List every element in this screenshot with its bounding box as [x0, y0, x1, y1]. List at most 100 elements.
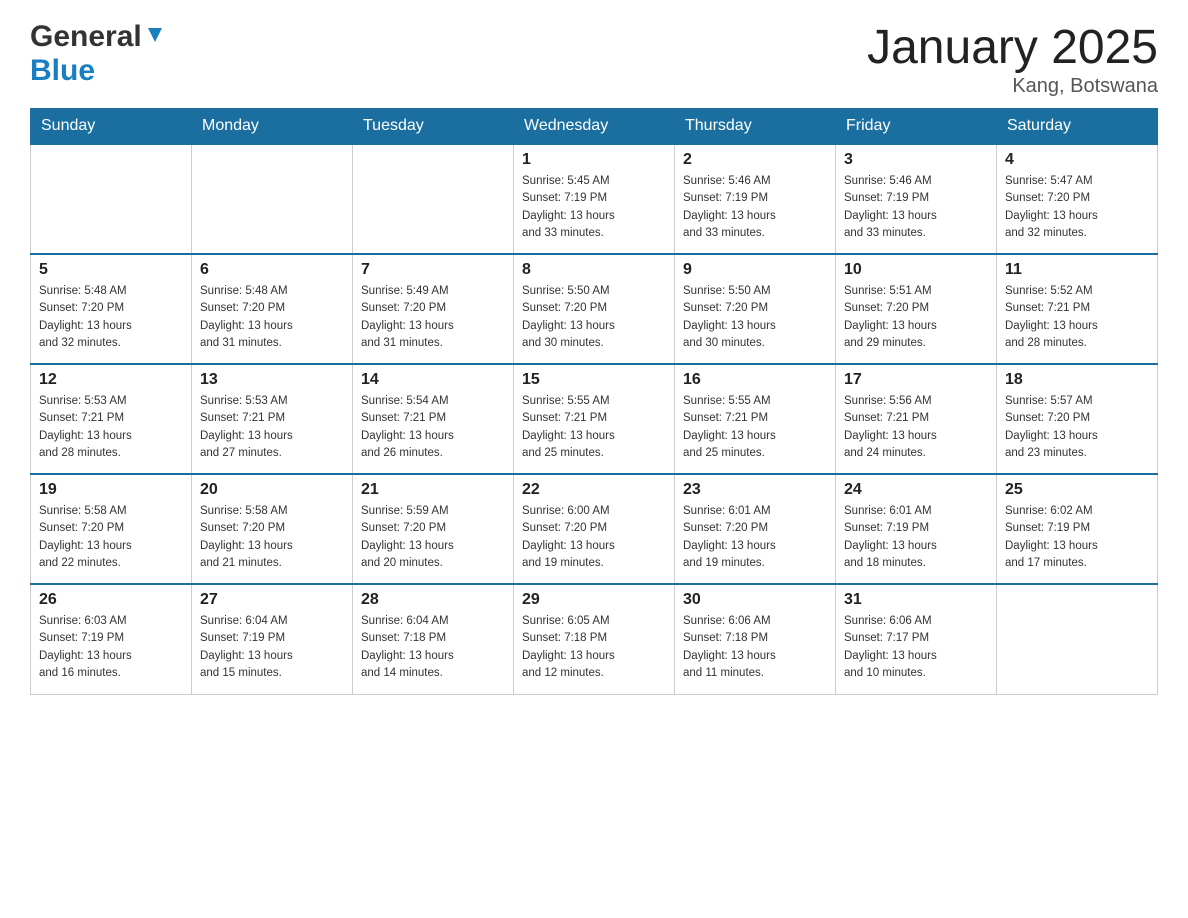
table-row: 27 Sunrise: 6:04 AM Sunset: 7:19 PM Dayli… — [192, 584, 353, 694]
table-row: 18Sunrise: 5:57 AM Sunset: 7:20 PM Dayli… — [997, 364, 1158, 474]
day-info: Sunrise: 5:47 AM Sunset: 7:20 PM Dayligh… — [1005, 173, 1149, 242]
day-number: 3 — [844, 151, 988, 169]
day-number: 4 — [1005, 151, 1149, 169]
calendar-week-row: 12 Sunrise: 5:53 AM Sunset: 7:21 PM Dayli… — [31, 364, 1158, 474]
day-info: Sunrise: 5:46 AM Sunset: 7:19 PM Dayligh… — [844, 173, 988, 242]
calendar-header-row: Sunday Monday Tuesday Wednesday Thursday… — [31, 109, 1158, 145]
day-info: Sunrise: 6:06 AM Sunset: 7:18 PM Dayligh… — [683, 613, 827, 682]
day-info: Sunrise: 5:46 AM Sunset: 7:19 PM Dayligh… — [683, 173, 827, 242]
logo-blue-text: Blue — [30, 54, 95, 88]
table-row: 21Sunrise: 5:59 AM Sunset: 7:20 PM Dayli… — [353, 474, 514, 584]
header-monday: Monday — [192, 109, 353, 145]
day-number: 1 — [522, 151, 666, 169]
day-info: Sunrise: 5:54 AM Sunset: 7:21 PM Dayligh… — [361, 393, 505, 462]
day-info: Sunrise: 6:00 AM Sunset: 7:20 PM Dayligh… — [522, 503, 666, 572]
table-row: 16 Sunrise: 5:55 AM Sunset: 7:21 PM Dayli… — [675, 364, 836, 474]
table-row: 3 Sunrise: 5:46 AM Sunset: 7:19 PM Daylig… — [836, 144, 997, 254]
day-number: 14 — [361, 371, 505, 389]
table-row — [353, 144, 514, 254]
header-tuesday: Tuesday — [353, 109, 514, 145]
table-row: 31 Sunrise: 6:06 AM Sunset: 7:17 PM Dayli… — [836, 584, 997, 694]
day-info: Sunrise: 5:55 AM Sunset: 7:21 PM Dayligh… — [683, 393, 827, 462]
header-saturday: Saturday — [997, 109, 1158, 145]
table-row: 9Sunrise: 5:50 AM Sunset: 7:20 PM Daylig… — [675, 254, 836, 364]
day-info: Sunrise: 5:58 AM Sunset: 7:20 PM Dayligh… — [200, 503, 344, 572]
day-number: 8 — [522, 261, 666, 279]
day-number: 9 — [683, 261, 827, 279]
table-row — [31, 144, 192, 254]
day-number: 5 — [39, 261, 183, 279]
calendar-week-row: 5 Sunrise: 5:48 AM Sunset: 7:20 PM Daylig… — [31, 254, 1158, 364]
table-row: 25 Sunrise: 6:02 AM Sunset: 7:19 PM Dayli… — [997, 474, 1158, 584]
day-number: 7 — [361, 261, 505, 279]
day-number: 6 — [200, 261, 344, 279]
day-number: 27 — [200, 591, 344, 609]
day-info: Sunrise: 6:04 AM Sunset: 7:18 PM Dayligh… — [361, 613, 505, 682]
table-row: 28 Sunrise: 6:04 AM Sunset: 7:18 PM Dayli… — [353, 584, 514, 694]
day-info: Sunrise: 5:52 AM Sunset: 7:21 PM Dayligh… — [1005, 283, 1149, 352]
day-number: 25 — [1005, 481, 1149, 499]
day-number: 15 — [522, 371, 666, 389]
calendar-table: Sunday Monday Tuesday Wednesday Thursday… — [30, 108, 1158, 695]
table-row: 10Sunrise: 5:51 AM Sunset: 7:20 PM Dayli… — [836, 254, 997, 364]
table-row: 4 Sunrise: 5:47 AM Sunset: 7:20 PM Daylig… — [997, 144, 1158, 254]
table-row: 22 Sunrise: 6:00 AM Sunset: 7:20 PM Dayli… — [514, 474, 675, 584]
day-number: 17 — [844, 371, 988, 389]
calendar-week-row: 26Sunrise: 6:03 AM Sunset: 7:19 PM Dayli… — [31, 584, 1158, 694]
day-number: 28 — [361, 591, 505, 609]
table-row: 24Sunrise: 6:01 AM Sunset: 7:19 PM Dayli… — [836, 474, 997, 584]
calendar-title: January 2025 — [867, 20, 1158, 75]
day-info: Sunrise: 5:49 AM Sunset: 7:20 PM Dayligh… — [361, 283, 505, 352]
day-info: Sunrise: 6:03 AM Sunset: 7:19 PM Dayligh… — [39, 613, 183, 682]
table-row: 20Sunrise: 5:58 AM Sunset: 7:20 PM Dayli… — [192, 474, 353, 584]
day-info: Sunrise: 6:02 AM Sunset: 7:19 PM Dayligh… — [1005, 503, 1149, 572]
day-number: 30 — [683, 591, 827, 609]
logo: General Blue — [30, 20, 166, 88]
logo-general-text: General — [30, 20, 142, 54]
header-thursday: Thursday — [675, 109, 836, 145]
day-info: Sunrise: 5:56 AM Sunset: 7:21 PM Dayligh… — [844, 393, 988, 462]
calendar-week-row: 19 Sunrise: 5:58 AM Sunset: 7:20 PM Dayli… — [31, 474, 1158, 584]
table-row — [997, 584, 1158, 694]
day-number: 23 — [683, 481, 827, 499]
day-info: Sunrise: 6:06 AM Sunset: 7:17 PM Dayligh… — [844, 613, 988, 682]
day-info: Sunrise: 5:51 AM Sunset: 7:20 PM Dayligh… — [844, 283, 988, 352]
day-info: Sunrise: 6:01 AM Sunset: 7:20 PM Dayligh… — [683, 503, 827, 572]
table-row: 17 Sunrise: 5:56 AM Sunset: 7:21 PM Dayli… — [836, 364, 997, 474]
table-row: 13 Sunrise: 5:53 AM Sunset: 7:21 PM Dayli… — [192, 364, 353, 474]
day-info: Sunrise: 6:01 AM Sunset: 7:19 PM Dayligh… — [844, 503, 988, 572]
header-friday: Friday — [836, 109, 997, 145]
table-row: 1Sunrise: 5:45 AM Sunset: 7:19 PM Daylig… — [514, 144, 675, 254]
page-header: General Blue January 2025 Kang, Botswana — [30, 20, 1158, 98]
header-sunday: Sunday — [31, 109, 192, 145]
day-info: Sunrise: 5:55 AM Sunset: 7:21 PM Dayligh… — [522, 393, 666, 462]
table-row: 11Sunrise: 5:52 AM Sunset: 7:21 PM Dayli… — [997, 254, 1158, 364]
day-info: Sunrise: 6:04 AM Sunset: 7:19 PM Dayligh… — [200, 613, 344, 682]
table-row: 26Sunrise: 6:03 AM Sunset: 7:19 PM Dayli… — [31, 584, 192, 694]
table-row: 2 Sunrise: 5:46 AM Sunset: 7:19 PM Daylig… — [675, 144, 836, 254]
table-row: 7 Sunrise: 5:49 AM Sunset: 7:20 PM Daylig… — [353, 254, 514, 364]
day-number: 22 — [522, 481, 666, 499]
logo-arrow-icon — [144, 24, 166, 51]
header-wednesday: Wednesday — [514, 109, 675, 145]
day-info: Sunrise: 5:57 AM Sunset: 7:20 PM Dayligh… — [1005, 393, 1149, 462]
title-section: January 2025 Kang, Botswana — [867, 20, 1158, 98]
day-number: 16 — [683, 371, 827, 389]
table-row — [192, 144, 353, 254]
day-info: Sunrise: 5:48 AM Sunset: 7:20 PM Dayligh… — [39, 283, 183, 352]
table-row: 29Sunrise: 6:05 AM Sunset: 7:18 PM Dayli… — [514, 584, 675, 694]
day-info: Sunrise: 5:53 AM Sunset: 7:21 PM Dayligh… — [200, 393, 344, 462]
calendar-location: Kang, Botswana — [867, 75, 1158, 98]
day-number: 2 — [683, 151, 827, 169]
table-row: 15 Sunrise: 5:55 AM Sunset: 7:21 PM Dayli… — [514, 364, 675, 474]
calendar-week-row: 1Sunrise: 5:45 AM Sunset: 7:19 PM Daylig… — [31, 144, 1158, 254]
table-row: 23 Sunrise: 6:01 AM Sunset: 7:20 PM Dayli… — [675, 474, 836, 584]
table-row: 8Sunrise: 5:50 AM Sunset: 7:20 PM Daylig… — [514, 254, 675, 364]
day-info: Sunrise: 5:48 AM Sunset: 7:20 PM Dayligh… — [200, 283, 344, 352]
day-number: 12 — [39, 371, 183, 389]
day-number: 31 — [844, 591, 988, 609]
table-row: 19Sunrise: 5:58 AM Sunset: 7:20 PM Dayli… — [31, 474, 192, 584]
day-number: 19 — [39, 481, 183, 499]
day-number: 13 — [200, 371, 344, 389]
day-number: 29 — [522, 591, 666, 609]
